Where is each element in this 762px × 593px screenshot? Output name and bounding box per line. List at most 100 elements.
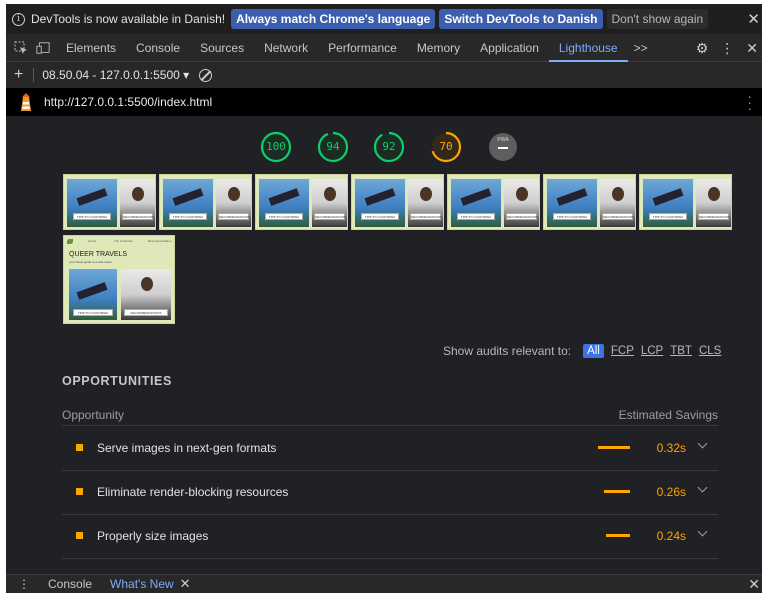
score-gauges: 100 94 92 70 PWA (6, 116, 762, 178)
tab-memory[interactable]: Memory (407, 34, 470, 62)
tab-sources[interactable]: Sources (190, 34, 254, 62)
opportunity-row[interactable]: Properly size images 0.24s (62, 515, 718, 559)
lighthouse-toolbar: + 08.50.04 - 127.0.0.1:5500 ▾ (6, 62, 762, 88)
filmstrip-frame: TRIP TO COUNTRIES RECOMMENDATIONS (159, 174, 252, 230)
filmstrip-frame: TRIP TO COUNTRIES RECOMMENDATIONS (63, 174, 156, 230)
gear-icon[interactable]: ⚙ (696, 40, 709, 57)
tab-network[interactable]: Network (254, 34, 318, 62)
filmstrip-frame: TRIP TO COUNTRIES RECOMMENDATIONS (255, 174, 348, 230)
screenshot-nav: Home Trip Countries Recommendation (64, 236, 174, 244)
savings-bar (606, 534, 630, 537)
clear-all-icon[interactable] (199, 68, 213, 82)
screenshot-nav-item: Recommendation (148, 239, 172, 243)
best-practices-score: 92 (382, 140, 396, 153)
infobar-message: DevTools is now available in Danish! (31, 12, 226, 26)
seo-score: 70 (439, 140, 453, 153)
best-practices-gauge[interactable]: 92 (373, 131, 405, 163)
frame-caption-recommendations: RECOMMENDATIONS (602, 213, 634, 220)
accessibility-gauge[interactable]: 94 (317, 131, 349, 163)
chevron-down-icon[interactable] (697, 438, 708, 449)
more-tabs-button[interactable]: >> (628, 41, 654, 55)
devtools-window: i DevTools is now available in Danish! A… (6, 4, 762, 593)
savings-bar (598, 446, 630, 449)
inspect-element-icon[interactable] (14, 41, 28, 55)
opportunity-row[interactable]: Serve images in next-gen formats 0.32s (62, 427, 718, 471)
report-url: http://127.0.0.1:5500/index.html (44, 95, 213, 109)
report-selector[interactable]: 08.50.04 - 127.0.0.1:5500 ▾ (42, 68, 189, 82)
filter-tbt[interactable]: TBT (670, 345, 692, 357)
new-report-plus-icon[interactable]: + (14, 66, 23, 84)
close-drawer-icon[interactable]: ✕ (748, 576, 760, 593)
filter-lcp[interactable]: LCP (641, 345, 663, 357)
performance-score: 100 (266, 140, 286, 153)
pwa-dash-icon (498, 147, 508, 149)
tab-lighthouse[interactable]: Lighthouse (548, 34, 628, 62)
opportunity-saving: 0.24s (656, 529, 686, 543)
audit-filter: Show audits relevant to: All FCP LCP TBT… (443, 342, 721, 360)
report-url-bar: http://127.0.0.1:5500/index.html · · · (6, 88, 762, 116)
frame-caption-recommendations: RECOMMENDATIONS (506, 213, 538, 220)
switch-to-danish-button[interactable]: Switch DevTools to Danish (439, 9, 603, 29)
toolbar-divider (33, 68, 35, 82)
frame-caption-recommendations: RECOMMENDATIONS (314, 213, 346, 220)
frame-caption-trip: TRIP TO COUNTRIES (169, 213, 207, 220)
screenshot-caption-recommendations: RECOMMENDATIONS (124, 309, 168, 316)
tab-performance[interactable]: Performance (318, 34, 407, 62)
filter-cls[interactable]: CLS (699, 345, 721, 357)
screenshot-nav-item: Home (88, 239, 97, 243)
opportunity-column-header: Opportunity (62, 408, 125, 422)
drawer-tab-console[interactable]: Console (48, 577, 92, 591)
leaf-logo-icon (67, 239, 73, 244)
filmstrip-frame: TRIP TO COUNTRIES RECOMMENDATIONS (543, 174, 636, 230)
frame-caption-trip: TRIP TO COUNTRIES (553, 213, 591, 220)
report-menu-icon[interactable]: · · · (747, 89, 752, 115)
performance-gauge[interactable]: 100 (260, 131, 292, 163)
main-tab-bar: Elements Console Sources Network Perform… (6, 34, 762, 62)
tab-elements[interactable]: Elements (56, 34, 126, 62)
screenshot-nav-item: Trip Countries (114, 239, 133, 243)
close-infobar-icon[interactable]: ✕ (747, 10, 760, 28)
opportunity-saving: 0.32s (656, 441, 686, 455)
kebab-menu-icon[interactable]: ⋮ (720, 40, 734, 57)
filmstrip: TRIP TO COUNTRIES RECOMMENDATIONS TRIP TO… (63, 174, 747, 230)
opportunities-header-row: Opportunity Estimated Savings (62, 406, 718, 426)
dont-show-again-button[interactable]: Don't show again (606, 9, 709, 29)
warning-square-icon (76, 488, 83, 495)
always-match-language-button[interactable]: Always match Chrome's language (231, 9, 436, 29)
pwa-badge[interactable]: PWA (489, 133, 517, 161)
frame-caption-recommendations: RECOMMENDATIONS (698, 213, 730, 220)
close-tab-icon[interactable]: ✕ (180, 576, 191, 592)
tab-console[interactable]: Console (126, 34, 190, 62)
frame-caption-recommendations: RECOMMENDATIONS (122, 213, 154, 220)
audit-filter-label: Show audits relevant to: (443, 344, 572, 358)
chevron-down-icon[interactable] (697, 526, 708, 537)
opportunity-row[interactable]: Eliminate render-blocking resources 0.26… (62, 471, 718, 515)
opportunity-title: Properly size images (97, 529, 209, 543)
screenshot-caption-trip: TRIP TO COUNTRIES (73, 309, 113, 316)
frame-caption-trip: TRIP TO COUNTRIES (361, 213, 399, 220)
bottom-drawer: ⋮ Console What's New ✕ ✕ (6, 574, 762, 593)
frame-caption-trip: TRIP TO COUNTRIES (649, 213, 687, 220)
tab-application[interactable]: Application (470, 34, 549, 62)
opportunity-saving: 0.26s (656, 485, 686, 499)
lighthouse-logo-icon (21, 93, 31, 111)
seo-gauge[interactable]: 70 (430, 131, 462, 163)
opportunity-title: Eliminate render-blocking resources (97, 485, 289, 499)
filter-all[interactable]: All (583, 344, 604, 358)
accessibility-score: 94 (326, 140, 340, 153)
chevron-down-icon[interactable] (697, 482, 708, 493)
drawer-tab-whats-new[interactable]: What's New (110, 577, 174, 591)
final-screenshot[interactable]: Home Trip Countries Recommendation QUEER… (63, 235, 175, 324)
pwa-label: PWA (497, 137, 509, 143)
opportunities-heading: OPPORTUNITIES (62, 374, 172, 388)
opportunity-title: Serve images in next-gen formats (97, 441, 277, 455)
close-devtools-icon[interactable]: ✕ (746, 40, 758, 57)
frame-caption-trip: TRIP TO COUNTRIES (265, 213, 303, 220)
device-toolbar-icon[interactable] (36, 41, 50, 55)
drawer-menu-icon[interactable]: ⋮ (18, 577, 30, 591)
estimated-savings-column-header: Estimated Savings (618, 408, 718, 422)
language-infobar: i DevTools is now available in Danish! A… (6, 4, 762, 34)
filter-fcp[interactable]: FCP (611, 345, 634, 357)
warning-square-icon (76, 532, 83, 539)
info-icon: i (12, 12, 25, 26)
